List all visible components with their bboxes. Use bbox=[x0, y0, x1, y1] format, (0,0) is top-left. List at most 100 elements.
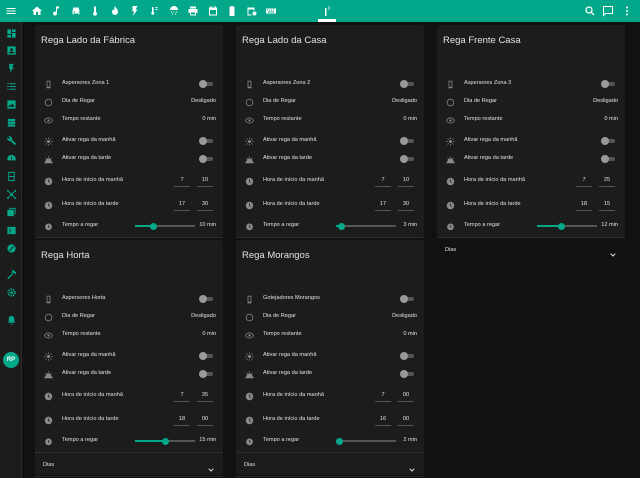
dashboard-icon[interactable] bbox=[3, 25, 19, 41]
irrigation-card-1: Rega Lado da Fábrica Aspersores Zona 1 D… bbox=[35, 25, 223, 257]
hora-manha-hours-underline bbox=[174, 186, 190, 187]
hora-tarde-hours-input[interactable]: 16 bbox=[376, 416, 390, 422]
ativar-manha-toggle[interactable] bbox=[199, 136, 215, 146]
dias-expander[interactable]: Dias bbox=[236, 452, 424, 476]
shower-icon[interactable] bbox=[166, 3, 182, 19]
flame-icon[interactable] bbox=[107, 3, 123, 19]
dias-expander[interactable]: Dias bbox=[437, 237, 625, 261]
tempo-regar-slider[interactable] bbox=[135, 437, 195, 445]
ativar-tarde-toggle[interactable] bbox=[400, 369, 416, 379]
device-toggle[interactable] bbox=[400, 79, 416, 89]
device-toggle[interactable] bbox=[199, 79, 215, 89]
calendar-icon[interactable] bbox=[205, 3, 221, 19]
ativar-tarde-toggle[interactable] bbox=[601, 154, 617, 164]
hora-tarde-hours-underline bbox=[576, 210, 592, 211]
eye-icon bbox=[444, 114, 456, 126]
hora-manha-label: Hora de início da manhã bbox=[62, 392, 123, 398]
tempo-restante-value: 0 min bbox=[604, 116, 618, 122]
hora-manha-minutes-input[interactable]: 25 bbox=[600, 177, 614, 183]
tempo-regar-value: 2 min bbox=[403, 437, 417, 443]
wrench-icon[interactable] bbox=[3, 132, 19, 148]
network-icon[interactable] bbox=[3, 186, 19, 202]
weather-sunset-icon bbox=[444, 153, 456, 165]
battery-icon[interactable] bbox=[224, 3, 240, 19]
hora-tarde-label: Hora de início da tarde bbox=[263, 416, 320, 422]
tempo-regar-slider[interactable] bbox=[336, 437, 396, 445]
weather-sunny-icon bbox=[243, 350, 255, 362]
hora-manha-minutes-input[interactable]: 10 bbox=[198, 177, 212, 183]
hora-manha-minutes-underline bbox=[599, 186, 615, 187]
hora-manha-hours-input[interactable]: 7 bbox=[175, 177, 189, 183]
ativar-tarde-toggle[interactable] bbox=[400, 154, 416, 164]
cabinet-icon[interactable] bbox=[3, 168, 19, 184]
hammer-icon[interactable] bbox=[3, 266, 19, 282]
hora-manha-hours-input[interactable]: 7 bbox=[376, 392, 390, 398]
device-toggle[interactable] bbox=[199, 294, 215, 304]
hora-tarde-minutes-input[interactable]: 30 bbox=[399, 201, 413, 207]
device-row: Aspersores Horta bbox=[35, 292, 223, 306]
circle-outline-icon bbox=[444, 96, 456, 108]
keyboard-icon[interactable] bbox=[263, 3, 279, 19]
music-icon[interactable] bbox=[48, 3, 64, 19]
terminal-icon[interactable] bbox=[3, 222, 19, 238]
list-icon[interactable] bbox=[3, 78, 19, 94]
cog-icon[interactable] bbox=[3, 284, 19, 300]
hora-tarde-hours-input[interactable]: 17 bbox=[376, 201, 390, 207]
hora-manha-row: Hora de início da manhã 7 10 bbox=[35, 174, 223, 188]
layers-icon[interactable] bbox=[3, 204, 19, 220]
ativar-manha-toggle[interactable] bbox=[199, 351, 215, 361]
chat-icon[interactable] bbox=[600, 3, 616, 19]
hora-manha-minutes-input[interactable]: 00 bbox=[399, 392, 413, 398]
ativar-tarde-toggle[interactable] bbox=[199, 154, 215, 164]
account-box-icon[interactable] bbox=[3, 42, 19, 58]
hora-tarde-hours-input[interactable]: 18 bbox=[175, 416, 189, 422]
fire-icon[interactable] bbox=[3, 240, 19, 256]
device-row: Gotejadores Morangos bbox=[236, 292, 424, 306]
hora-tarde-hours-input[interactable]: 17 bbox=[175, 201, 189, 207]
avatar[interactable]: RP bbox=[3, 352, 19, 368]
ativar-tarde-toggle[interactable] bbox=[199, 369, 215, 379]
printer-icon[interactable] bbox=[185, 3, 201, 19]
hora-manha-hours-input[interactable]: 7 bbox=[376, 177, 390, 183]
tempo-regar-slider[interactable] bbox=[537, 222, 597, 230]
ativar-manha-toggle[interactable] bbox=[400, 351, 416, 361]
device-toggle[interactable] bbox=[601, 79, 617, 89]
tempo-restante-row: Tempo restante 0 min bbox=[35, 328, 223, 342]
device-toggle[interactable] bbox=[400, 294, 416, 304]
tempo-regar-slider[interactable] bbox=[135, 222, 195, 230]
tempo-restante-value: 0 min bbox=[202, 116, 216, 122]
hora-tarde-minutes-input[interactable]: 00 bbox=[399, 416, 413, 422]
hora-tarde-minutes-input[interactable]: 15 bbox=[600, 201, 614, 207]
irrigation-card-3: Rega Frente Casa Aspersores Zona 3 Dia d… bbox=[437, 25, 625, 257]
bell-icon[interactable] bbox=[3, 312, 19, 328]
tempo-restante-row: Tempo restante 0 min bbox=[437, 113, 625, 127]
tempo-regar-slider[interactable] bbox=[336, 222, 396, 230]
database-icon[interactable] bbox=[3, 114, 19, 130]
hora-tarde-minutes-input[interactable]: 30 bbox=[198, 201, 212, 207]
hora-tarde-minutes-input[interactable]: 00 bbox=[198, 416, 212, 422]
ativar-manha-toggle[interactable] bbox=[601, 136, 617, 146]
temperature-icon[interactable] bbox=[146, 3, 162, 19]
menu-icon[interactable] bbox=[3, 3, 19, 19]
hora-manha-hours-input[interactable]: 7 bbox=[577, 177, 591, 183]
search-icon[interactable] bbox=[582, 3, 598, 19]
weather-sunny-icon bbox=[42, 135, 54, 147]
home-icon[interactable] bbox=[29, 3, 45, 19]
lightning-icon[interactable] bbox=[3, 60, 19, 76]
hora-manha-hours-input[interactable]: 7 bbox=[175, 392, 189, 398]
bolt-icon[interactable] bbox=[127, 3, 143, 19]
gauge-icon[interactable] bbox=[3, 150, 19, 166]
hora-tarde-hours-input[interactable]: 18 bbox=[577, 201, 591, 207]
dots-vertical-icon[interactable] bbox=[619, 3, 635, 19]
image-icon[interactable] bbox=[3, 96, 19, 112]
hora-manha-minutes-input[interactable]: 10 bbox=[399, 177, 413, 183]
circle-outline-icon bbox=[42, 311, 54, 323]
thermometer-icon[interactable] bbox=[87, 3, 103, 19]
calendar-clock-icon[interactable] bbox=[244, 3, 260, 19]
sprinkler-icon[interactable] bbox=[319, 3, 335, 19]
weather-sunset-icon bbox=[42, 368, 54, 380]
car-icon[interactable] bbox=[68, 3, 84, 19]
dias-expander[interactable]: Dias bbox=[35, 452, 223, 476]
ativar-manha-toggle[interactable] bbox=[400, 136, 416, 146]
hora-manha-minutes-input[interactable]: 35 bbox=[198, 392, 212, 398]
